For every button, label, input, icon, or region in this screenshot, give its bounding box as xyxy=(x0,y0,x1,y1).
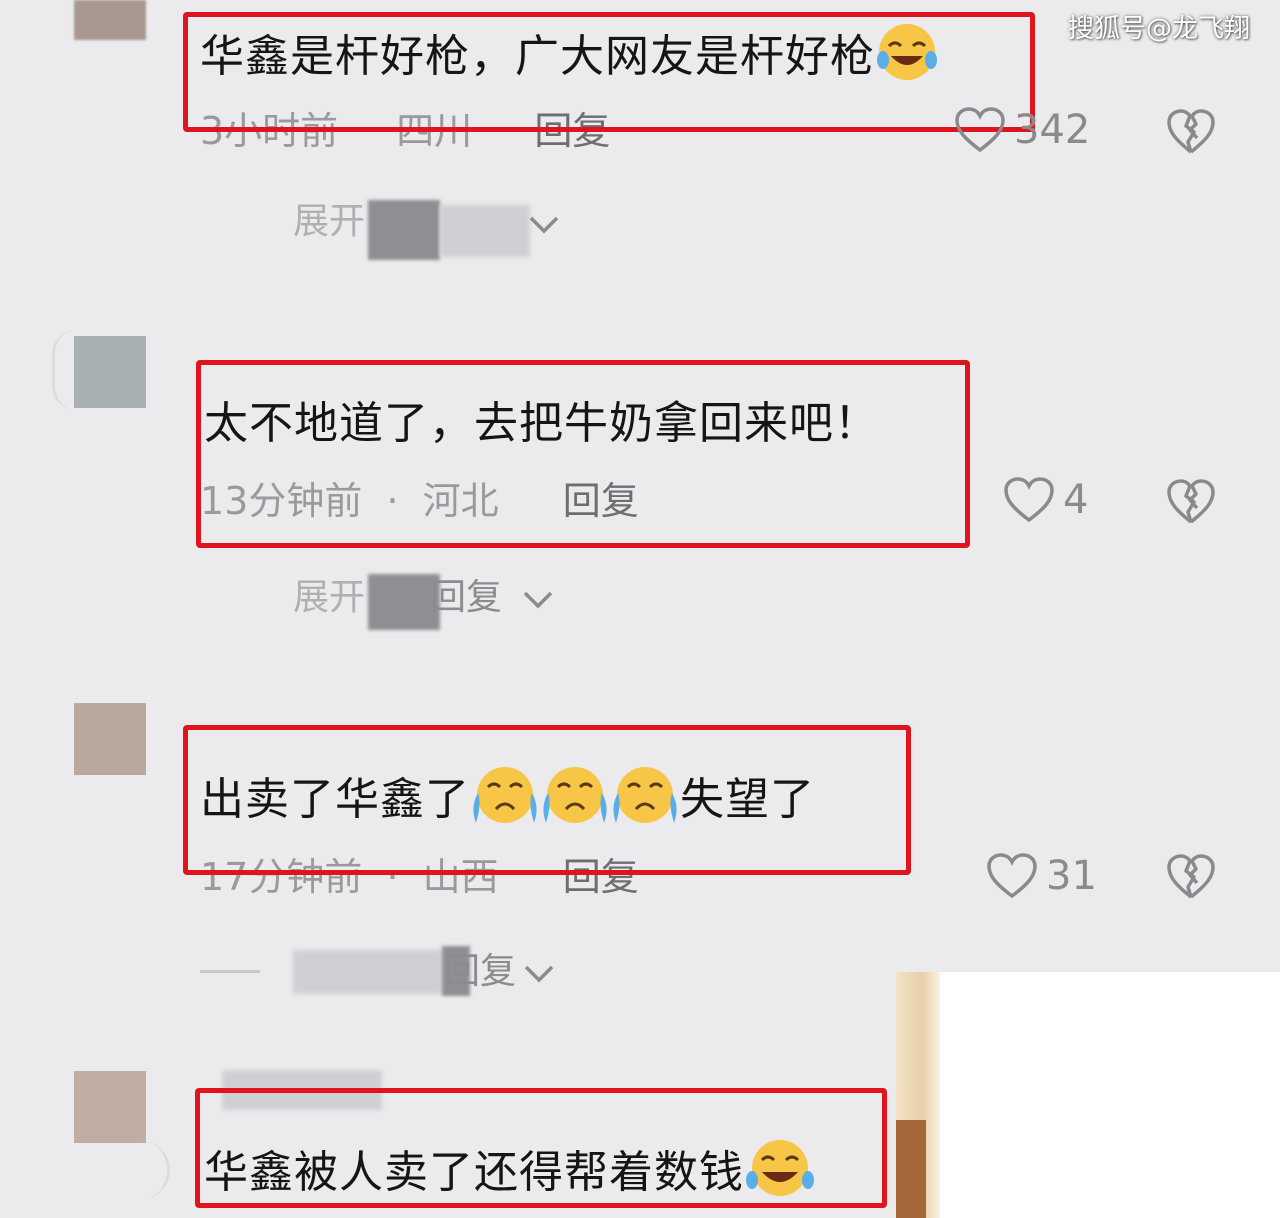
heart-outline-icon xyxy=(986,852,1038,900)
avatar[interactable] xyxy=(74,336,146,408)
expand-replies[interactable]: 展开 xyxy=(293,200,365,244)
chevron-down-icon[interactable] xyxy=(521,589,555,615)
like-count: 342 xyxy=(1014,107,1091,153)
overlay-image xyxy=(896,972,1280,1218)
like-count: 31 xyxy=(1046,853,1097,899)
broken-heart-icon[interactable] xyxy=(1166,108,1216,156)
avatar-ring xyxy=(130,1140,170,1200)
avatar[interactable] xyxy=(74,1071,146,1143)
redacted-block xyxy=(293,950,443,994)
redacted-block xyxy=(368,200,440,260)
highlight-box xyxy=(183,12,1035,132)
avatar[interactable] xyxy=(74,703,146,775)
like-button[interactable]: 4 xyxy=(1003,476,1088,524)
overlay-image-edge xyxy=(896,1120,926,1218)
avatar-ring xyxy=(52,330,76,410)
chevron-down-icon[interactable] xyxy=(522,963,556,989)
highlight-box xyxy=(183,725,911,875)
heart-outline-icon xyxy=(1003,476,1055,524)
like-count: 4 xyxy=(1063,477,1089,523)
redacted-block xyxy=(440,205,530,257)
expand-replies[interactable]: 展开 xyxy=(293,576,365,620)
expand-replies-label[interactable]: 回复 xyxy=(430,576,502,620)
broken-heart-icon[interactable] xyxy=(1166,478,1216,526)
watermark: 搜狐号@龙飞翔 xyxy=(1067,14,1250,44)
expand-replies-label[interactable]: 回复 xyxy=(444,950,516,994)
highlight-box xyxy=(195,1088,887,1208)
like-button[interactable]: 342 xyxy=(954,106,1090,154)
chevron-down-icon[interactable] xyxy=(527,214,561,240)
divider-line xyxy=(200,970,260,973)
highlight-box xyxy=(196,360,970,548)
avatar[interactable] xyxy=(74,0,146,40)
like-button[interactable]: 31 xyxy=(986,852,1097,900)
heart-outline-icon xyxy=(954,106,1006,154)
broken-heart-icon[interactable] xyxy=(1166,853,1216,901)
